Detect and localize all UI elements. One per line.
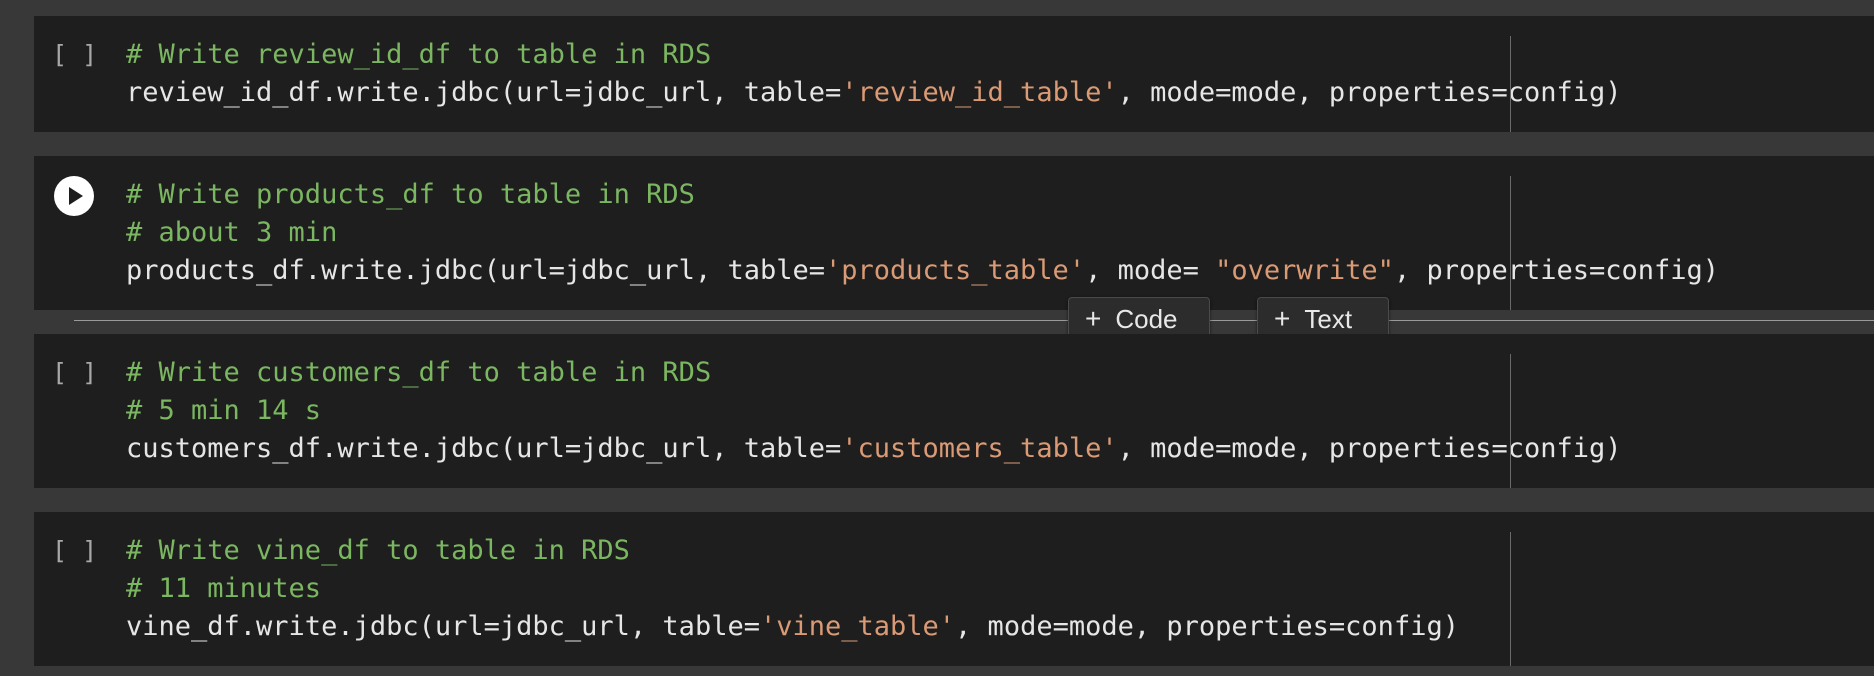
plus-icon: + [1274, 303, 1291, 334]
code-editor-1[interactable]: # Write review_id_df to table in RDS revi… [126, 36, 1622, 112]
code-cell-2[interactable]: # Write products_df to table in RDS # abo… [34, 156, 1874, 310]
line-length-ruler [1510, 532, 1511, 666]
code-comment: # 5 min 14 s [126, 395, 322, 426]
plus-icon: + [1085, 303, 1102, 334]
code-editor-2[interactable]: # Write products_df to table in RDS # abo… [126, 176, 1719, 290]
code-comment: # Write customers_df to table in RDS [126, 357, 712, 388]
code-string: 'products_table' [824, 255, 1086, 286]
add-text-button[interactable]: + Text [1257, 297, 1389, 339]
add-code-button[interactable]: + Code [1068, 297, 1210, 339]
play-circle-icon[interactable] [54, 176, 94, 216]
code-text: review_id_df.write.jdbc(url=jdbc_url, ta… [126, 77, 842, 108]
add-text-label: Text [1304, 304, 1353, 334]
code-editor-3[interactable]: # Write customers_df to table in RDS # 5 … [126, 354, 1622, 468]
line-length-ruler [1510, 36, 1511, 132]
code-text: products_df.write.jdbc(url=jdbc_url, tab… [126, 255, 825, 286]
code-text: , mode=mode, properties=config) [1117, 433, 1622, 464]
code-string: "overwrite" [1215, 255, 1394, 286]
code-string: 'customers_table' [841, 433, 1118, 464]
code-comment: # about 3 min [126, 217, 338, 248]
code-string: 'vine_table' [759, 611, 956, 642]
execution-count-empty[interactable]: [ ] [52, 532, 97, 570]
code-editor-4[interactable]: # Write vine_df to table in RDS # 11 minu… [126, 532, 1459, 646]
code-cell-1[interactable]: [ ] # Write review_id_df to table in RDS… [34, 16, 1874, 132]
code-comment: # 11 minutes [126, 573, 322, 604]
code-cell-3[interactable]: [ ] # Write customers_df to table in RDS… [34, 334, 1874, 488]
code-text: , mode=mode, properties=config) [1117, 77, 1622, 108]
line-length-ruler [1510, 354, 1511, 488]
code-comment: # Write products_df to table in RDS [126, 179, 695, 210]
code-text: , mode= [1085, 255, 1216, 286]
code-text: vine_df.write.jdbc(url=jdbc_url, table= [126, 611, 760, 642]
execution-count-empty[interactable]: [ ] [52, 36, 97, 74]
line-length-ruler [1510, 176, 1511, 310]
code-cell-4[interactable]: [ ] # Write vine_df to table in RDS # 11 … [34, 512, 1874, 666]
code-text: , properties=config) [1393, 255, 1720, 286]
execution-count-empty[interactable]: [ ] [52, 354, 97, 392]
add-code-label: Code [1115, 304, 1178, 334]
code-string: 'review_id_table' [841, 77, 1118, 108]
code-text: , mode=mode, properties=config) [955, 611, 1459, 642]
code-comment: # Write vine_df to table in RDS [126, 535, 630, 566]
cell-divider [74, 320, 1874, 321]
code-comment: # Write review_id_df to table in RDS [126, 39, 712, 70]
code-text: customers_df.write.jdbc(url=jdbc_url, ta… [126, 433, 842, 464]
